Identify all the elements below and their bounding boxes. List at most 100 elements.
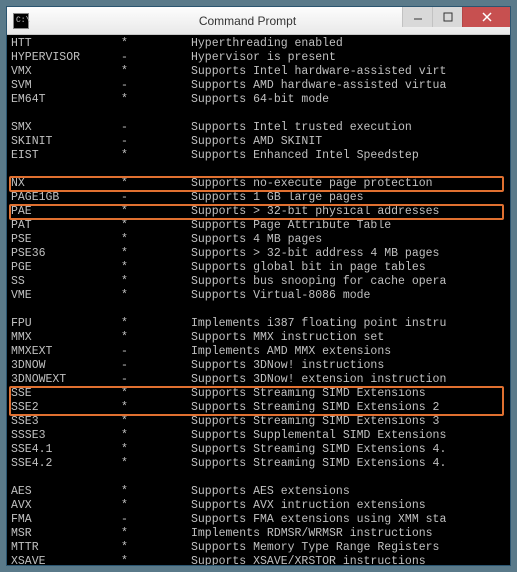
feature-flag: * xyxy=(121,65,191,79)
feature-flag: * xyxy=(121,457,191,471)
console-output[interactable]: HTT*Hyperthreading enabledHYPERVISOR-Hyp… xyxy=(7,35,510,565)
feature-desc: Hyperthreading enabled xyxy=(191,37,343,51)
feature-flag: * xyxy=(121,555,191,565)
feature-desc: Supports 4 MB pages xyxy=(191,233,322,247)
feature-desc: Implements AMD MMX extensions xyxy=(191,345,391,359)
feature-flag: * xyxy=(121,541,191,555)
output-row: SSSE3*Supports Supplemental SIMD Extensi… xyxy=(11,429,510,443)
feature-flag: - xyxy=(121,373,191,387)
output-row: SVM-Supports AMD hardware-assisted virtu… xyxy=(11,79,510,93)
feature-flag: - xyxy=(121,79,191,93)
feature-desc: Supports AES extensions xyxy=(191,485,350,499)
output-row: SSE2*Supports Streaming SIMD Extensions … xyxy=(11,401,510,415)
output-row: SS*Supports bus snooping for cache opera xyxy=(11,275,510,289)
feature-desc: Supports no-execute page protection xyxy=(191,177,433,191)
feature-name: SSE3 xyxy=(11,415,121,429)
feature-flag: * xyxy=(121,219,191,233)
feature-flag: * xyxy=(121,275,191,289)
feature-name: EM64T xyxy=(11,93,121,107)
feature-flag: * xyxy=(121,261,191,275)
feature-desc: Supports 1 GB large pages xyxy=(191,191,364,205)
feature-flag: * xyxy=(121,233,191,247)
feature-desc: Supports Streaming SIMD Extensions 3 xyxy=(191,415,439,429)
feature-desc: Hypervisor is present xyxy=(191,51,336,65)
feature-name: PAGE1GB xyxy=(11,191,121,205)
feature-name: HYPERVISOR xyxy=(11,51,121,65)
output-row: SMX-Supports Intel trusted execution xyxy=(11,121,510,135)
output-row: EIST*Supports Enhanced Intel Speedstep xyxy=(11,149,510,163)
feature-desc: Supports AVX intruction extensions xyxy=(191,499,426,513)
feature-flag: - xyxy=(121,359,191,373)
feature-name: SVM xyxy=(11,79,121,93)
feature-name: NX xyxy=(11,177,121,191)
feature-name: MMX xyxy=(11,331,121,345)
minimize-button[interactable] xyxy=(402,7,432,27)
output-row: HYPERVISOR-Hypervisor is present xyxy=(11,51,510,65)
feature-name: 3DNOW xyxy=(11,359,121,373)
minimize-icon xyxy=(413,12,423,22)
output-row: PGE*Supports global bit in page tables xyxy=(11,261,510,275)
feature-desc: Supports Virtual-8086 mode xyxy=(191,289,370,303)
maximize-icon xyxy=(443,12,453,22)
feature-desc: Implements i387 floating point instru xyxy=(191,317,446,331)
feature-desc: Supports > 32-bit address 4 MB pages xyxy=(191,247,439,261)
feature-desc: Supports 64-bit mode xyxy=(191,93,329,107)
output-row: MMXEXT-Implements AMD MMX extensions xyxy=(11,345,510,359)
titlebar[interactable]: C:\ Command Prompt xyxy=(7,7,510,35)
output-row: VME*Supports Virtual-8086 mode xyxy=(11,289,510,303)
feature-flag: - xyxy=(121,121,191,135)
blank-line xyxy=(11,303,510,317)
feature-desc: Supports bus snooping for cache opera xyxy=(191,275,446,289)
blank-line xyxy=(11,471,510,485)
feature-name: EIST xyxy=(11,149,121,163)
feature-name: PSE36 xyxy=(11,247,121,261)
feature-desc: Supports XSAVE/XRSTOR instructions xyxy=(191,555,426,565)
feature-desc: Supports Intel trusted execution xyxy=(191,121,412,135)
feature-flag: * xyxy=(121,93,191,107)
feature-name: MMXEXT xyxy=(11,345,121,359)
feature-flag: * xyxy=(121,317,191,331)
feature-name: VME xyxy=(11,289,121,303)
output-row: AES*Supports AES extensions xyxy=(11,485,510,499)
feature-name: AVX xyxy=(11,499,121,513)
output-row: FPU*Implements i387 floating point instr… xyxy=(11,317,510,331)
feature-name: SSE xyxy=(11,387,121,401)
feature-flag: - xyxy=(121,513,191,527)
maximize-button[interactable] xyxy=(432,7,462,27)
feature-flag: * xyxy=(121,149,191,163)
output-row: NX*Supports no-execute page protection xyxy=(11,177,510,191)
feature-desc: Supports AMD hardware-assisted virtua xyxy=(191,79,446,93)
output-row: SSE3*Supports Streaming SIMD Extensions … xyxy=(11,415,510,429)
feature-desc: Supports 3DNow! instructions xyxy=(191,359,384,373)
output-row: HTT*Hyperthreading enabled xyxy=(11,37,510,51)
output-row: 3DNOWEXT-Supports 3DNow! extension instr… xyxy=(11,373,510,387)
feature-name: PAT xyxy=(11,219,121,233)
feature-flag: * xyxy=(121,247,191,261)
feature-desc: Supports global bit in page tables xyxy=(191,261,426,275)
output-row: EM64T*Supports 64-bit mode xyxy=(11,93,510,107)
output-row: SSE4.1*Supports Streaming SIMD Extension… xyxy=(11,443,510,457)
feature-desc: Implements RDMSR/WRMSR instructions xyxy=(191,527,433,541)
feature-name: SSE4.1 xyxy=(11,443,121,457)
output-row: MTTR*Supports Memory Type Range Register… xyxy=(11,541,510,555)
output-row: PAT*Supports Page Attribute Table xyxy=(11,219,510,233)
feature-name: PSE xyxy=(11,233,121,247)
blank-line xyxy=(11,107,510,121)
close-button[interactable] xyxy=(462,7,510,27)
feature-name: SSSE3 xyxy=(11,429,121,443)
output-row: SSE*Supports Streaming SIMD Extensions xyxy=(11,387,510,401)
feature-flag: - xyxy=(121,51,191,65)
feature-flag: - xyxy=(121,135,191,149)
feature-name: PGE xyxy=(11,261,121,275)
feature-name: MTTR xyxy=(11,541,121,555)
feature-flag: * xyxy=(121,331,191,345)
output-row: PAE*Supports > 32-bit physical addresses xyxy=(11,205,510,219)
feature-desc: Supports 3DNow! extension instruction xyxy=(191,373,446,387)
window-controls xyxy=(402,7,510,27)
feature-desc: Supports Memory Type Range Registers xyxy=(191,541,439,555)
close-icon xyxy=(482,12,492,22)
feature-flag: * xyxy=(121,443,191,457)
feature-name: PAE xyxy=(11,205,121,219)
feature-flag: * xyxy=(121,205,191,219)
feature-flag: * xyxy=(121,415,191,429)
